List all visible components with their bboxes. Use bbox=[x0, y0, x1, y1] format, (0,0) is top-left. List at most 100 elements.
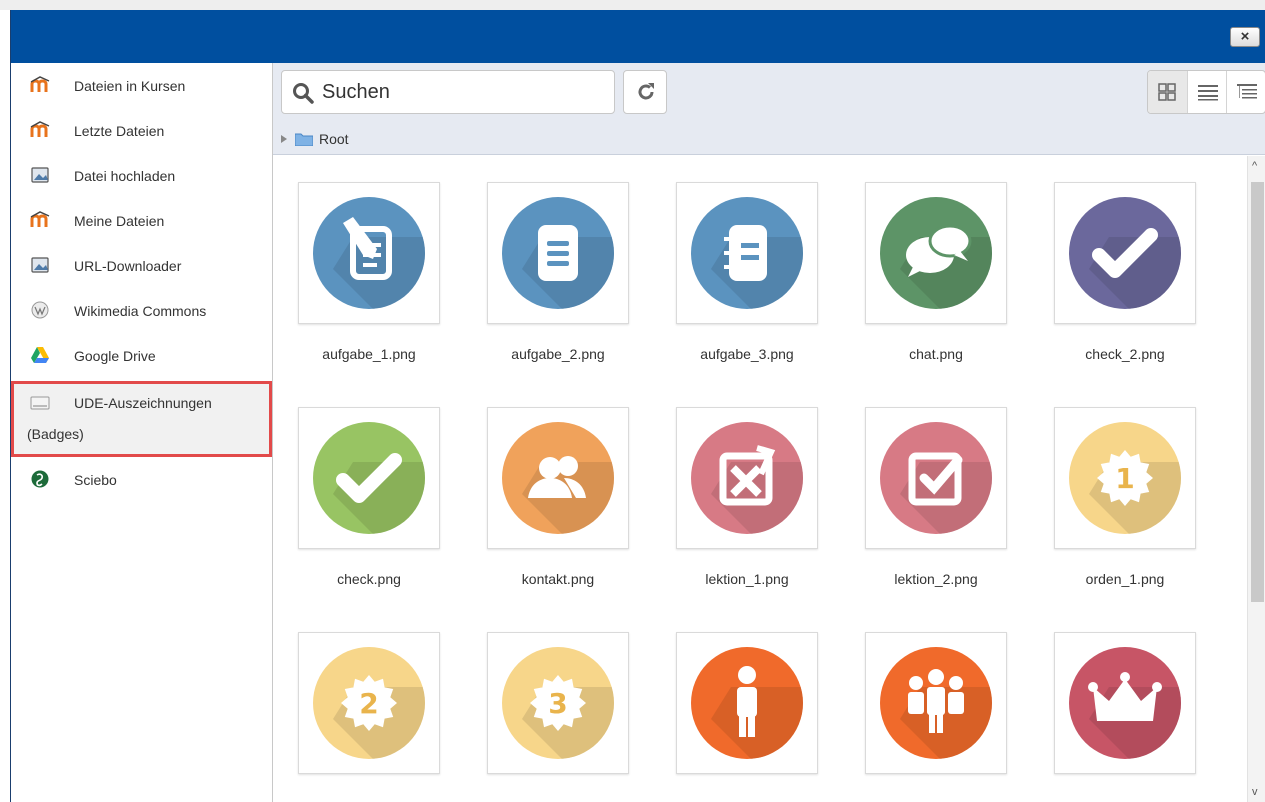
file-thumbnail[interactable] bbox=[1054, 182, 1196, 324]
sidebar-item-5[interactable]: URL-Downloader bbox=[11, 243, 272, 288]
moodle-icon bbox=[30, 75, 50, 95]
file-name: lektion_2.png bbox=[894, 571, 978, 587]
file-toolbar: Root bbox=[273, 63, 1265, 155]
badge-boxx-icon bbox=[691, 422, 803, 534]
file-thumbnail[interactable] bbox=[487, 182, 629, 324]
file-tile[interactable]: aufgabe_2.png bbox=[482, 176, 646, 386]
file-thumbnail[interactable] bbox=[1054, 632, 1196, 774]
file-thumbnail[interactable] bbox=[865, 407, 1007, 549]
breadcrumb-root[interactable]: Root bbox=[319, 131, 349, 147]
sidebar-item-label: Meine Dateien bbox=[74, 213, 165, 229]
refresh-icon bbox=[638, 83, 654, 100]
file-picker-dialog: × Dateien in Kursen Letzte Dateien Datei h… bbox=[10, 10, 1265, 802]
sidebar-item-1[interactable]: Dateien in Kursen bbox=[11, 63, 272, 108]
badge-medal-icon: 2 bbox=[313, 647, 425, 759]
file-tile[interactable]: 3 bbox=[482, 626, 646, 802]
sidebar-item-4[interactable]: Meine Dateien bbox=[11, 198, 272, 243]
sidebar-item-label: Letzte Dateien bbox=[74, 123, 165, 139]
dialog-titlebar: × bbox=[11, 10, 1265, 63]
badges-icon bbox=[30, 393, 50, 413]
file-tile[interactable] bbox=[860, 626, 1024, 802]
badge-notebook-icon bbox=[691, 197, 803, 309]
file-thumbnail[interactable] bbox=[298, 407, 440, 549]
sidebar-item-7[interactable]: Google Drive bbox=[11, 333, 272, 378]
moodle-icon bbox=[30, 210, 50, 230]
file-name: kontakt.png bbox=[521, 571, 595, 587]
file-thumbnail[interactable] bbox=[487, 407, 629, 549]
file-tile[interactable]: 1 orden_1.png bbox=[1049, 401, 1213, 611]
badge-boxcheck-icon bbox=[880, 422, 992, 534]
sidebar-item-label: UDE-Auszeichnungen bbox=[74, 395, 212, 411]
sidebar-item-label: Datei hochladen bbox=[74, 168, 176, 184]
svg-text:1: 1 bbox=[1115, 462, 1134, 495]
folder-icon bbox=[295, 133, 313, 146]
file-name: aufgabe_1.png bbox=[322, 346, 416, 362]
file-tile[interactable]: kontakt.png bbox=[482, 401, 646, 611]
file-name: check_2.png bbox=[1085, 346, 1165, 362]
sidebar-item-label: Sciebo bbox=[74, 472, 117, 488]
svg-text:2: 2 bbox=[359, 687, 378, 720]
vertical-scrollbar[interactable]: ^ v bbox=[1247, 156, 1265, 802]
file-tile[interactable]: check.png bbox=[293, 401, 457, 611]
close-button[interactable]: × bbox=[1230, 27, 1260, 47]
url-downloader-icon bbox=[30, 255, 50, 275]
scroll-up-icon[interactable]: ^ bbox=[1252, 160, 1257, 172]
file-tile[interactable]: lektion_2.png bbox=[860, 401, 1024, 611]
file-name: aufgabe_2.png bbox=[511, 346, 605, 362]
sidebar-item-label: URL-Downloader bbox=[74, 258, 182, 274]
file-name: aufgabe_3.png bbox=[700, 346, 794, 362]
list-view-button[interactable] bbox=[1187, 71, 1226, 113]
grid-view-icon bbox=[1158, 83, 1176, 101]
file-tile[interactable]: chat.png bbox=[860, 176, 1024, 386]
file-tile[interactable] bbox=[671, 626, 835, 802]
file-tile[interactable]: lektion_1.png bbox=[671, 401, 835, 611]
refresh-button[interactable] bbox=[623, 70, 667, 114]
file-thumbnail[interactable] bbox=[676, 632, 818, 774]
file-thumbnail[interactable]: 3 bbox=[487, 632, 629, 774]
sciebo-icon bbox=[30, 469, 50, 489]
repository-sidebar: Dateien in Kursen Letzte Dateien Datei hoc… bbox=[11, 63, 273, 802]
badge-doc-icon bbox=[502, 197, 614, 309]
sidebar-item-9[interactable]: Sciebo bbox=[11, 457, 272, 502]
badge-crown-icon bbox=[1069, 647, 1181, 759]
icon-view-button[interactable] bbox=[1148, 71, 1187, 113]
search-input[interactable] bbox=[320, 79, 600, 105]
badge-chat-icon bbox=[880, 197, 992, 309]
scroll-down-icon[interactable]: v bbox=[1252, 786, 1258, 798]
moodle-icon bbox=[30, 120, 50, 140]
file-tile[interactable]: 2 bbox=[293, 626, 457, 802]
file-tile[interactable] bbox=[1049, 626, 1213, 802]
file-thumbnail[interactable] bbox=[676, 407, 818, 549]
file-tile[interactable]: check_2.png bbox=[1049, 176, 1213, 386]
badge-medal-icon: 1 bbox=[1069, 422, 1181, 534]
sidebar-item-3[interactable]: Datei hochladen bbox=[11, 153, 272, 198]
file-name: chat.png bbox=[909, 346, 963, 362]
file-thumbnail[interactable] bbox=[298, 182, 440, 324]
svg-text:3: 3 bbox=[548, 687, 567, 720]
file-tile[interactable]: aufgabe_1.png bbox=[293, 176, 457, 386]
sidebar-item-label: Wikimedia Commons bbox=[74, 303, 207, 319]
expand-arrow-icon[interactable] bbox=[281, 135, 287, 143]
scrollbar-thumb[interactable] bbox=[1251, 182, 1264, 602]
file-name: check.png bbox=[337, 571, 401, 587]
tree-view-icon bbox=[1237, 84, 1257, 99]
file-thumbnail[interactable]: 1 bbox=[1054, 407, 1196, 549]
top-strip bbox=[0, 0, 1265, 10]
file-thumbnail[interactable]: 2 bbox=[298, 632, 440, 774]
sidebar-item-2[interactable]: Letzte Dateien bbox=[11, 108, 272, 153]
file-thumbnail[interactable] bbox=[865, 632, 1007, 774]
badge-group-icon bbox=[880, 647, 992, 759]
list-view-icon bbox=[1198, 85, 1218, 101]
view-mode-group bbox=[1147, 70, 1265, 114]
sidebar-item-label: Dateien in Kursen bbox=[74, 78, 186, 94]
sidebar-item-8[interactable]: UDE-Auszeichnungen (Badges) bbox=[11, 381, 272, 457]
file-tile[interactable]: aufgabe_3.png bbox=[671, 176, 835, 386]
badge-edit-icon bbox=[313, 197, 425, 309]
file-thumbnail[interactable] bbox=[865, 182, 1007, 324]
file-thumbnail[interactable] bbox=[676, 182, 818, 324]
tree-view-button[interactable] bbox=[1226, 71, 1265, 113]
breadcrumb: Root bbox=[281, 129, 349, 149]
badge-person-icon bbox=[691, 647, 803, 759]
search-icon bbox=[293, 83, 314, 104]
sidebar-item-6[interactable]: Wikimedia Commons bbox=[11, 288, 272, 333]
